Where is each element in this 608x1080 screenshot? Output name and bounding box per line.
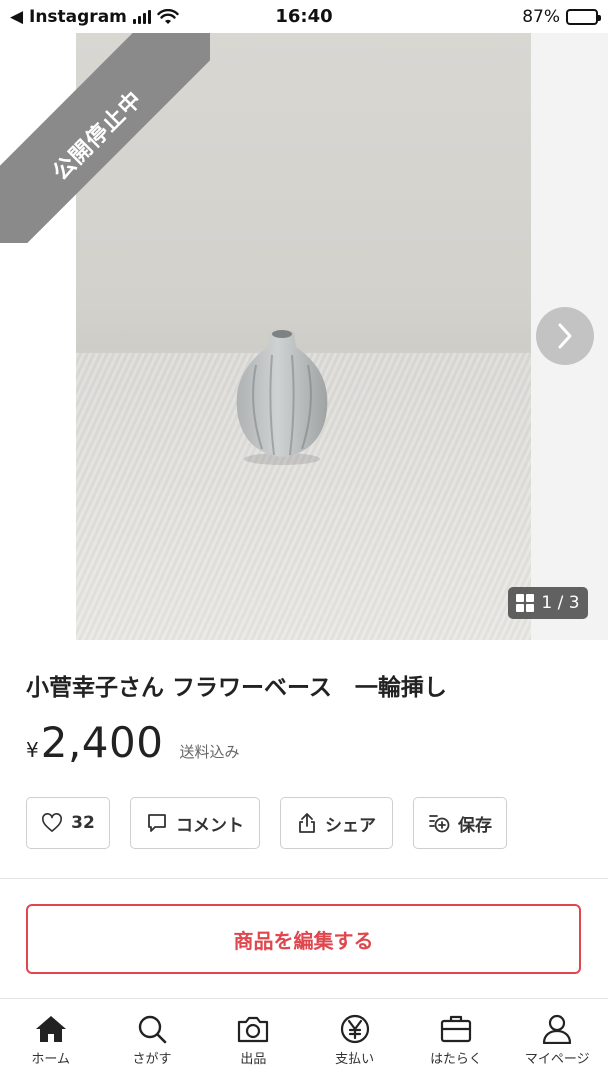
- action-buttons: 32 コメント シェア 保存: [26, 797, 507, 849]
- share-button[interactable]: シェア: [280, 797, 393, 849]
- heart-icon: [42, 813, 63, 832]
- bottom-tab-bar: ホーム さがす 出品 支払い はたらく マイページ: [0, 999, 608, 1080]
- price-value: 2,400: [40, 718, 164, 767]
- home-icon: [35, 1016, 66, 1042]
- back-to-app[interactable]: ◀ Instagram: [10, 7, 179, 27]
- image-counter-label: 1 / 3: [541, 593, 580, 613]
- save-button[interactable]: 保存: [413, 797, 507, 849]
- shipping-note: 送料込み: [179, 743, 240, 761]
- chevron-right-icon: [558, 323, 572, 349]
- save-label: 保存: [458, 815, 492, 836]
- battery-percent: 87%: [522, 6, 560, 27]
- product-title: 小菅幸子さん フラワーベース 一輪挿し: [26, 675, 447, 701]
- tab-payment[interactable]: 支払い: [304, 999, 405, 1080]
- signal-icon: [132, 9, 151, 24]
- edit-item-button[interactable]: 商品を編集する: [26, 904, 581, 974]
- tab-work[interactable]: はたらく: [405, 999, 506, 1080]
- comment-icon: [148, 814, 166, 832]
- product-image-gallery[interactable]: 公開停止中 1 / 3: [0, 33, 608, 640]
- grid-icon: [516, 594, 535, 612]
- next-image-button[interactable]: [536, 307, 594, 365]
- person-icon: [543, 1014, 572, 1044]
- tab-label: マイページ: [524, 1052, 590, 1067]
- briefcase-icon: [440, 1015, 472, 1043]
- tab-sell[interactable]: 出品: [203, 999, 304, 1080]
- tab-mypage[interactable]: マイページ: [507, 999, 608, 1080]
- back-button[interactable]: [14, 47, 50, 91]
- tab-label: 出品: [240, 1052, 267, 1067]
- status-bar: ◀ Instagram 16:40 87%: [0, 0, 608, 33]
- price-currency: ¥: [26, 738, 39, 762]
- tab-label: ホーム: [31, 1052, 70, 1067]
- like-count: 32: [71, 813, 95, 833]
- yen-icon: [340, 1014, 369, 1044]
- image-counter[interactable]: 1 / 3: [508, 587, 588, 619]
- wifi-icon: [157, 8, 179, 24]
- battery-icon: [566, 8, 601, 25]
- divider: [0, 878, 608, 879]
- tab-label: さがす: [132, 1052, 172, 1067]
- search-icon: [138, 1015, 167, 1044]
- chevron-left-icon: [24, 53, 41, 85]
- camera-icon: [238, 1016, 269, 1043]
- share-label: シェア: [325, 815, 376, 836]
- comment-label: コメント: [176, 815, 244, 836]
- tab-label: はたらく: [430, 1052, 482, 1067]
- share-icon: [299, 813, 315, 833]
- comment-button[interactable]: コメント: [130, 797, 260, 849]
- like-button[interactable]: 32: [26, 797, 110, 849]
- price-row: ¥ 2,400 送料込み: [26, 718, 240, 767]
- tab-label: 支払い: [335, 1052, 375, 1067]
- tab-home[interactable]: ホーム: [0, 999, 101, 1080]
- tab-search[interactable]: さがす: [101, 999, 202, 1080]
- back-app-label: ◀ Instagram: [10, 6, 127, 27]
- vase-image: [236, 330, 328, 465]
- save-list-icon: [429, 815, 450, 833]
